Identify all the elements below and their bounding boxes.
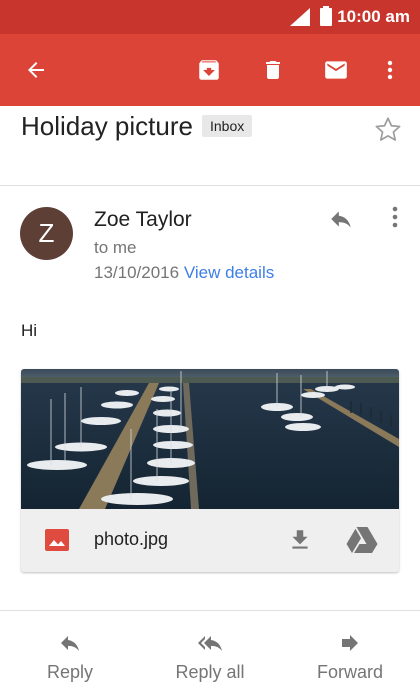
bottom-divider — [0, 610, 420, 611]
attachment-file-name: photo.jpg — [94, 529, 169, 549]
archive-icon — [199, 60, 219, 80]
reply-all-action-button[interactable]: Reply all — [155, 630, 265, 683]
battery-icon — [320, 6, 332, 26]
archive-button[interactable] — [191, 52, 227, 88]
forward-icon — [342, 635, 358, 651]
back-button[interactable] — [18, 52, 54, 88]
reply-label: Reply — [46, 662, 94, 682]
message-date-line: 13/10/2016 View details — [94, 263, 274, 283]
star-icon[interactable] — [372, 114, 404, 146]
reply-icon — [61, 636, 79, 651]
save-to-drive-button[interactable] — [346, 526, 378, 554]
reply-button[interactable] — [326, 206, 358, 234]
status-time: 10:00 am — [337, 7, 410, 26]
attachment-card[interactable]: photo.jpg — [21, 369, 399, 572]
attachment-bar: photo.jpg — [21, 509, 399, 572]
delete-icon — [266, 61, 280, 79]
mail-icon — [325, 61, 347, 79]
message-body: Hi — [21, 321, 38, 340]
message-date: 13/10/2016 — [94, 263, 180, 282]
recipient-text: to me — [94, 238, 137, 257]
mark-unread-button[interactable] — [318, 52, 354, 88]
subject-row: Holiday picture Inbox — [0, 106, 420, 186]
reply-icon — [331, 211, 351, 228]
more-vert-icon — [392, 206, 398, 228]
more-options-button[interactable] — [372, 52, 408, 88]
app-bar — [0, 34, 420, 106]
inbox-label-chip[interactable]: Inbox — [202, 115, 253, 137]
arrow-back-icon — [28, 62, 44, 78]
download-icon — [292, 530, 308, 549]
forward-action-button[interactable]: Forward — [295, 630, 405, 683]
message-subject: Holiday picture — [21, 111, 193, 141]
signal-icon — [290, 8, 310, 26]
reply-all-icon — [198, 636, 222, 651]
sender-avatar[interactable]: Z — [20, 207, 73, 260]
view-details-link[interactable]: View details — [184, 263, 274, 282]
status-bar: 10:00 am — [0, 0, 420, 34]
message-more-button[interactable] — [384, 205, 406, 233]
forward-label: Forward — [316, 662, 383, 682]
attachment-photo[interactable] — [21, 369, 399, 509]
sender-name: Zoe Taylor — [94, 208, 192, 231]
more-vert-icon — [387, 60, 393, 80]
reply-all-label: Reply all — [175, 662, 245, 682]
reply-action-button[interactable]: Reply — [15, 630, 125, 683]
image-icon — [45, 529, 69, 551]
delete-button[interactable] — [255, 52, 291, 88]
download-button[interactable] — [287, 526, 313, 554]
drive-icon — [346, 527, 378, 553]
